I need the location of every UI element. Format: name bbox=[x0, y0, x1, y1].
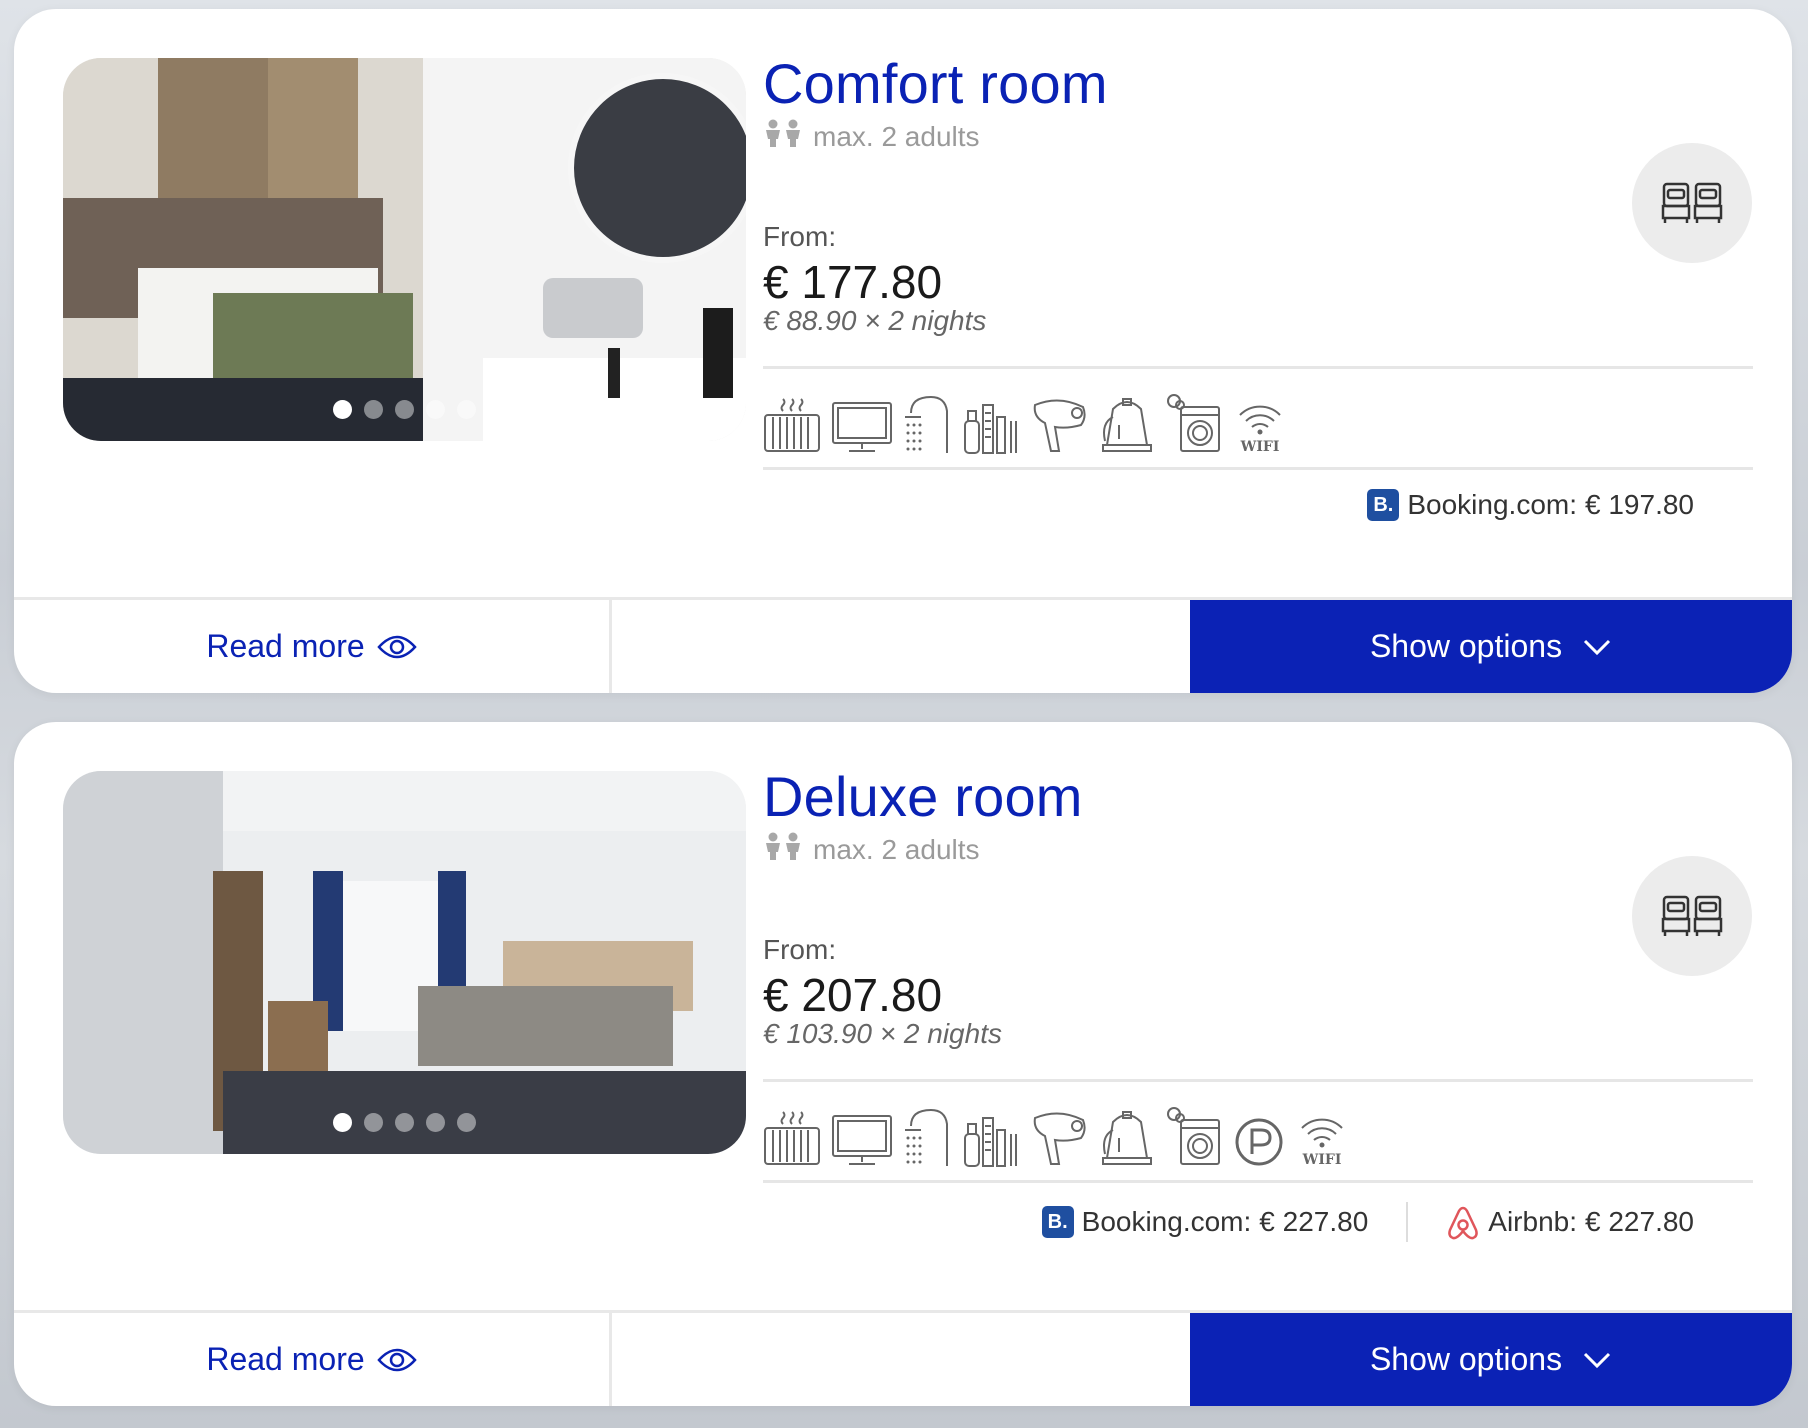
partner-separator bbox=[1406, 1202, 1409, 1242]
amenities-list: WIFI bbox=[763, 385, 1287, 455]
carousel-dot[interactable] bbox=[364, 1113, 383, 1132]
partner-name: Airbnb: bbox=[1488, 1206, 1577, 1237]
partner-booking[interactable]: B. Booking.com: € 227.80 bbox=[1041, 1206, 1369, 1238]
room-photo-carousel[interactable] bbox=[63, 58, 746, 441]
from-label: From: bbox=[763, 221, 837, 252]
show-options-button[interactable]: Show options bbox=[1190, 600, 1792, 693]
chevron-down-icon bbox=[1584, 1352, 1611, 1368]
carousel-dot[interactable] bbox=[457, 1113, 476, 1132]
carousel-dot[interactable] bbox=[364, 400, 383, 419]
radiator-icon bbox=[763, 1104, 821, 1168]
partner-price: € 227.80 bbox=[1585, 1206, 1694, 1237]
nightly-rate: € 103.90 × 2 nights bbox=[763, 1018, 1002, 1049]
booking-logo-icon: B. bbox=[1367, 489, 1400, 521]
adults-icon bbox=[763, 832, 803, 867]
read-more-button[interactable]: Read more bbox=[14, 600, 612, 693]
from-label: From: bbox=[763, 934, 837, 965]
kettle-icon bbox=[1099, 391, 1155, 455]
hairdryer-icon bbox=[1031, 1104, 1089, 1168]
parking-icon bbox=[1233, 1104, 1285, 1168]
divider bbox=[763, 1079, 1753, 1082]
eye-icon bbox=[376, 635, 417, 658]
partner-prices: B. Booking.com: € 197.80 bbox=[1367, 489, 1694, 521]
carousel-dot[interactable] bbox=[426, 400, 445, 419]
carousel-dot[interactable] bbox=[395, 1113, 414, 1132]
adults-icon bbox=[763, 119, 803, 154]
read-more-label: Read more bbox=[206, 1341, 365, 1377]
nightly-rate: € 88.90 × 2 nights bbox=[763, 305, 987, 336]
partner-price: € 197.80 bbox=[1585, 489, 1694, 520]
partner-name: Booking.com: bbox=[1081, 1206, 1252, 1237]
divider bbox=[763, 467, 1753, 470]
footer-spacer bbox=[612, 1313, 1190, 1406]
wifi-icon: WIFI bbox=[1295, 1104, 1349, 1168]
divider bbox=[763, 1180, 1753, 1183]
airbnb-logo-icon bbox=[1448, 1206, 1479, 1240]
footer-spacer bbox=[612, 600, 1190, 693]
booking-logo-icon: B. bbox=[1041, 1206, 1074, 1238]
carousel-dot[interactable] bbox=[395, 400, 414, 419]
tv-icon bbox=[831, 391, 893, 455]
room-photo bbox=[63, 771, 746, 1154]
room-card: Comfort room max. 2 adults From: € 177.8… bbox=[14, 9, 1792, 693]
washing-machine-icon bbox=[1165, 1104, 1223, 1168]
amenities-list: WIFI bbox=[763, 1098, 1349, 1168]
toiletries-icon bbox=[961, 391, 1021, 455]
shower-icon bbox=[903, 391, 951, 455]
carousel-dot[interactable] bbox=[333, 1113, 352, 1132]
wifi-icon: WIFI bbox=[1233, 391, 1287, 455]
read-more-label: Read more bbox=[206, 628, 365, 664]
partner-booking[interactable]: B. Booking.com: € 197.80 bbox=[1367, 489, 1694, 521]
room-capacity: max. 2 adults bbox=[763, 832, 980, 867]
tv-icon bbox=[831, 1104, 893, 1168]
partner-prices: B. Booking.com: € 227.80 Airbnb: € 227.8… bbox=[1041, 1202, 1694, 1242]
room-photo bbox=[63, 58, 746, 441]
washing-machine-icon bbox=[1165, 391, 1223, 455]
room-price: € 207.80 bbox=[763, 969, 943, 1021]
toiletries-icon bbox=[961, 1104, 1021, 1168]
partner-name: Booking.com: bbox=[1407, 489, 1577, 520]
bed-type-badge bbox=[1632, 143, 1752, 263]
show-options-button[interactable]: Show options bbox=[1190, 1313, 1792, 1406]
capacity-label: max. 2 adults bbox=[813, 833, 980, 865]
room-capacity: max. 2 adults bbox=[763, 119, 980, 154]
radiator-icon bbox=[763, 391, 821, 455]
carousel-dots bbox=[63, 1113, 746, 1132]
eye-icon bbox=[376, 1348, 417, 1371]
carousel-dot[interactable] bbox=[333, 400, 352, 419]
room-title: Deluxe room bbox=[763, 765, 1083, 828]
capacity-label: max. 2 adults bbox=[813, 120, 980, 152]
card-footer: Read more Show options bbox=[14, 597, 1792, 693]
hairdryer-icon bbox=[1031, 391, 1089, 455]
partner-airbnb[interactable]: Airbnb: € 227.80 bbox=[1446, 1204, 1694, 1240]
room-title: Comfort room bbox=[763, 52, 1108, 115]
kettle-icon bbox=[1099, 1104, 1155, 1168]
show-options-label: Show options bbox=[1369, 628, 1563, 664]
carousel-dot[interactable] bbox=[426, 1113, 445, 1132]
svg-text:WIFI: WIFI bbox=[1302, 1152, 1342, 1168]
shower-icon bbox=[903, 1104, 951, 1168]
card-footer: Read more Show options bbox=[14, 1310, 1792, 1406]
carousel-dots bbox=[63, 400, 746, 419]
show-options-label: Show options bbox=[1369, 1341, 1563, 1377]
room-price: € 177.80 bbox=[763, 256, 943, 308]
room-photo-carousel[interactable] bbox=[63, 771, 746, 1154]
divider bbox=[763, 366, 1753, 369]
twin-bed-icon bbox=[1661, 895, 1723, 936]
svg-text:WIFI: WIFI bbox=[1240, 439, 1280, 455]
room-card: Deluxe room max. 2 adults From: € 207.80… bbox=[14, 722, 1792, 1406]
partner-price: € 227.80 bbox=[1259, 1206, 1369, 1237]
twin-bed-icon bbox=[1661, 182, 1723, 223]
read-more-button[interactable]: Read more bbox=[14, 1313, 612, 1406]
carousel-dot[interactable] bbox=[457, 400, 476, 419]
chevron-down-icon bbox=[1584, 639, 1611, 655]
bed-type-badge bbox=[1632, 856, 1752, 976]
